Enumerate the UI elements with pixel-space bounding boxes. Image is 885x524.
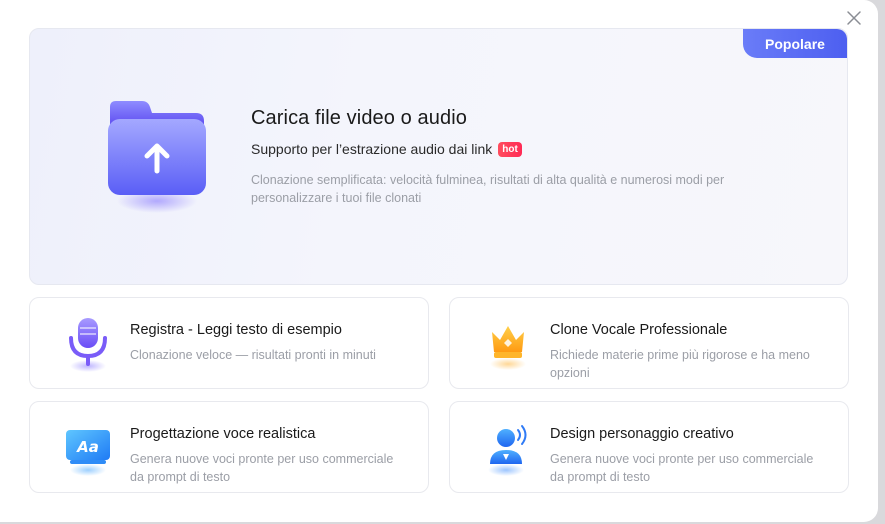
hero-title: Carica file video o audio [251,107,467,129]
card-title: Progettazione voce realistica [130,426,316,442]
hot-badge: hot [498,141,522,157]
card-description: Clonazione veloce — risultati pronti in … [130,348,376,362]
card-title: Registra - Leggi testo di esempio [130,322,342,338]
record-sample-card[interactable]: Registra - Leggi testo di esempio Clonaz… [29,297,429,389]
creative-character-card[interactable]: Design personaggio creativo Genera nuove… [449,401,849,493]
hero-subtitle-text: Supporto per l’estrazione audio dai link [251,141,493,157]
hero-subtitle: Supporto per l’estrazione audio dai link… [251,141,522,157]
card-description: Genera nuove voci pronte per uso commerc… [130,452,394,484]
realistic-voice-design-card[interactable]: Aa Progettazione voce realistica Genera … [29,401,429,493]
card-title: Design personaggio creativo [550,426,734,442]
professional-clone-card[interactable]: Clone Vocale Professionale Richiede mate… [449,297,849,389]
folder-upload-icon [102,97,212,217]
popular-badge: Popolare [743,29,847,58]
card-description: Richiede materie prime più rigorose e ha… [550,348,810,380]
microphone-icon [60,314,116,374]
close-icon[interactable] [844,8,864,28]
card-description: Genera nuove voci pronte per uso commerc… [550,452,814,484]
upload-file-card[interactable]: Popolare Carica file video o audio Suppo… [29,28,848,285]
hero-description: Clonazione semplificata: velocità fulmin… [251,173,725,205]
voice-clone-dialog: Popolare Carica file video o audio Suppo… [0,0,878,522]
svg-text:Aa: Aa [76,438,99,456]
crown-icon [480,314,536,374]
card-title: Clone Vocale Professionale [550,322,728,338]
text-display-icon: Aa [60,418,116,478]
character-voice-icon [480,418,536,478]
